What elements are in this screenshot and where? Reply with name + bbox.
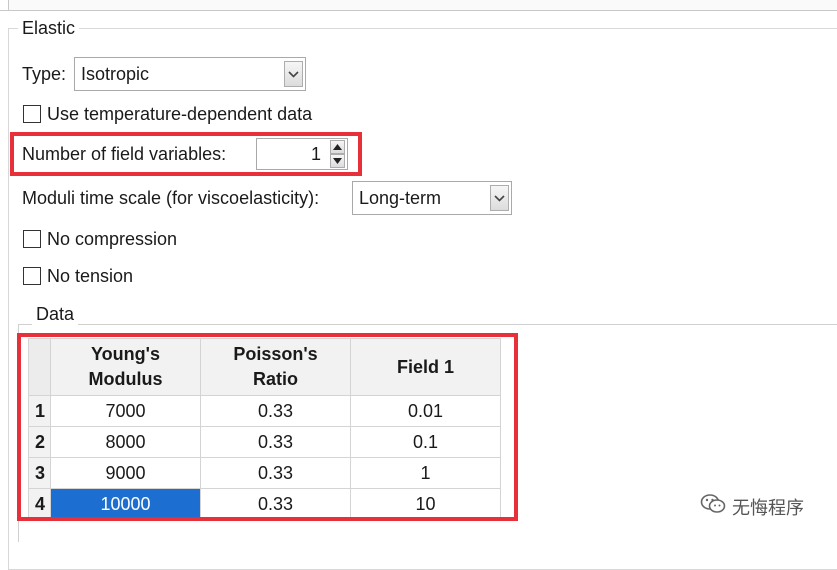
type-combobox[interactable]: Isotropic bbox=[74, 57, 306, 91]
data-table-highlight bbox=[17, 333, 518, 521]
watermark: 无悔程序 bbox=[700, 493, 804, 520]
chevron-down-icon[interactable] bbox=[284, 61, 303, 87]
moduli-time-scale-label: Moduli time scale (for viscoelasticity): bbox=[22, 188, 320, 208]
wechat-icon bbox=[700, 493, 726, 520]
data-group-title: Data bbox=[32, 303, 79, 325]
no-tension-checkbox[interactable] bbox=[23, 267, 41, 285]
no-compression-checkbox[interactable] bbox=[23, 230, 41, 248]
elastic-group-title: Elastic bbox=[18, 17, 80, 39]
type-label: Type: bbox=[22, 64, 67, 84]
chevron-down-icon[interactable] bbox=[490, 185, 509, 211]
no-tension-label: No tension bbox=[47, 266, 134, 286]
spin-down-icon[interactable] bbox=[330, 154, 345, 168]
spin-up-icon[interactable] bbox=[330, 140, 345, 154]
field-variables-label: Number of field variables: bbox=[22, 144, 227, 164]
temperature-dependent-label: Use temperature-dependent data bbox=[47, 104, 313, 124]
no-compression-label: No compression bbox=[47, 229, 178, 249]
window-top-frame bbox=[0, 0, 837, 11]
moduli-time-scale-combobox[interactable]: Long-term bbox=[352, 181, 512, 215]
watermark-text: 无悔程序 bbox=[732, 497, 804, 518]
temperature-dependent-checkbox[interactable] bbox=[23, 105, 41, 123]
type-value: Isotropic bbox=[81, 63, 150, 84]
moduli-time-scale-value: Long-term bbox=[359, 187, 442, 208]
